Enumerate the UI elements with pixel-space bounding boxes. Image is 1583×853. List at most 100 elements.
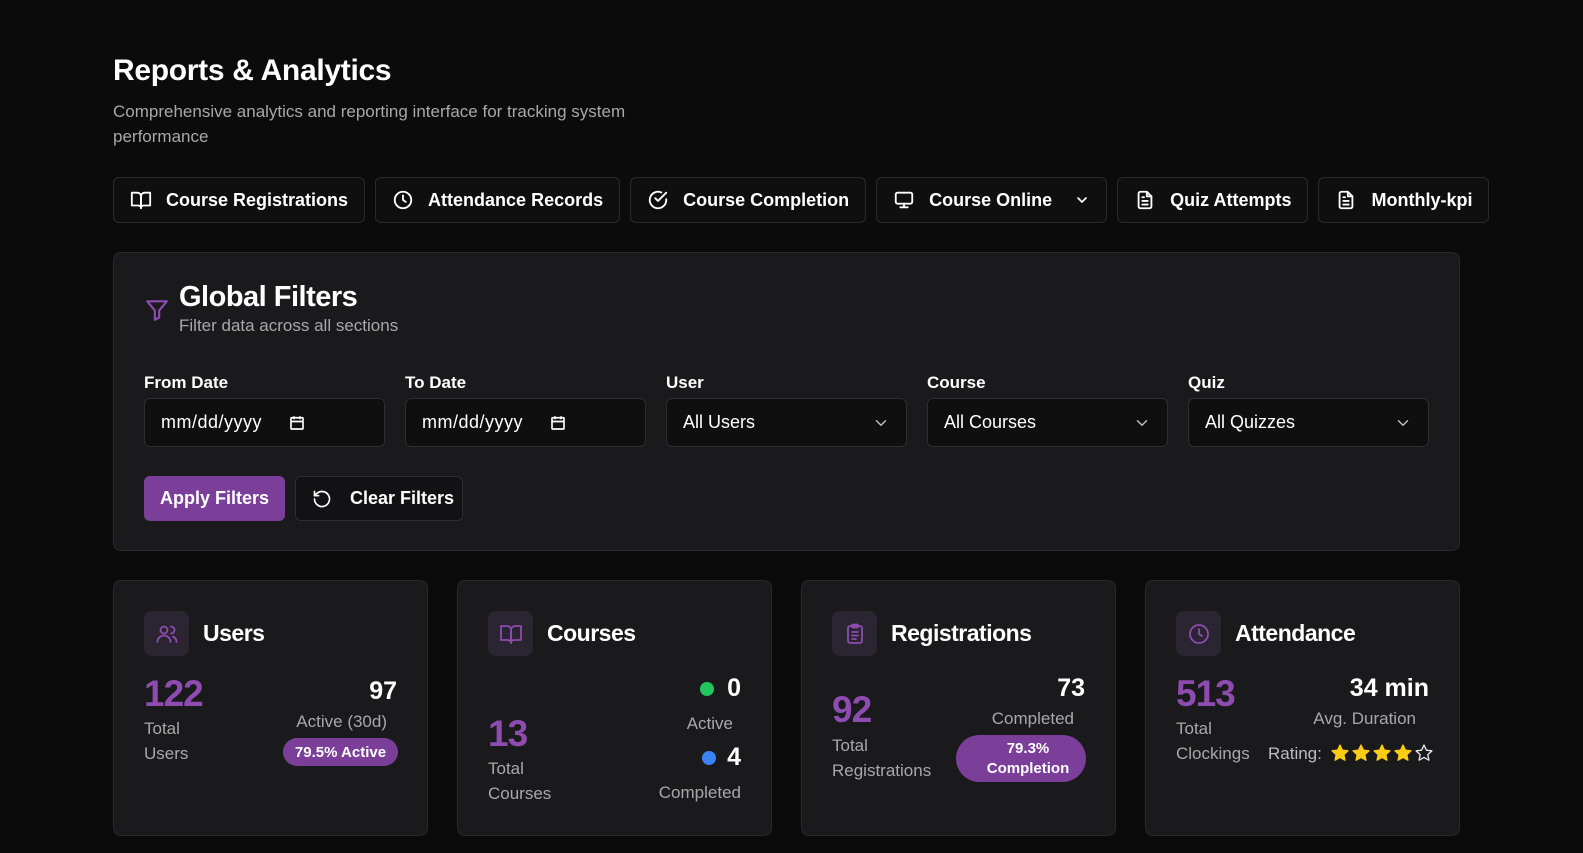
tab-quiz-attempts[interactable]: Quiz Attempts [1117,177,1309,223]
registrations-icon-wrap [832,611,877,656]
calendar-icon[interactable] [288,414,306,432]
attendance-rating-label: Rating: [1268,744,1322,763]
attendance-icon-wrap [1176,611,1221,656]
apply-filters-button[interactable]: Apply Filters [144,476,285,521]
course-select[interactable]: All Courses [927,398,1168,447]
to-date-placeholder: mm/dd/yyyy [422,412,524,432]
star-filled-icon [1352,744,1370,761]
course-select-value: All Courses [944,412,1037,432]
filters-title: Global Filters [179,281,358,313]
registrations-card-title: Registrations [891,620,1032,646]
clear-filters-label: Clear Filters [350,488,455,508]
tab-label: Attendance Records [428,189,604,210]
quiz-label: Quiz [1188,373,1225,392]
users-active-label: Active (30d) [296,712,387,731]
completion-percent: 79.3% [1006,739,1050,757]
global-filters-panel: Global Filters Filter data across all se… [113,252,1460,551]
courses-completed-label: Completed [658,783,741,802]
quiz-field: Quiz All Quizzes [1188,373,1429,447]
star-empty-icon [1415,744,1433,761]
star-filled-icon [1394,744,1412,761]
users-icon [156,625,177,643]
star-filled-icon [1373,744,1391,761]
attendance-total-label-line1: Total [1176,719,1212,738]
registrations-total-label-line1: Total [832,736,868,755]
check-circle-icon [648,190,668,210]
courses-card-title: Courses [547,620,636,646]
registrations-completed-label: Completed [991,709,1074,728]
star-filled-icon [1331,744,1349,761]
document-icon [1339,190,1354,210]
clear-filters-button[interactable]: Clear Filters [295,476,463,521]
user-field: User All Users [666,373,907,447]
filters-subtitle: Filter data across all sections [179,316,399,335]
attendance-avg-value: 34 min [1349,674,1429,702]
users-total-value: 122 [144,673,204,714]
from-date-field: From Date mm/dd/yyyy [144,373,385,447]
from-date-placeholder: mm/dd/yyyy [161,412,263,432]
users-active-value: 97 [369,677,397,705]
courses-stat-card: Courses 13 Total Courses 0 Active 4 Comp… [457,580,772,836]
registrations-completion-badge: 79.3% Completion [956,735,1086,782]
users-card-title: Users [203,620,265,646]
book-icon [130,191,152,210]
courses-icon-wrap [488,611,533,656]
completion-text: Completion [986,759,1070,777]
reset-icon [313,490,331,507]
from-date-label: From Date [144,373,229,392]
courses-active-value: 0 [727,674,741,702]
rating-stars [1330,743,1434,763]
courses-total-label-line1: Total [488,759,524,778]
quiz-select[interactable]: All Quizzes [1188,398,1429,447]
users-active-badge: 79.5% Active [283,738,398,766]
attendance-card-title: Attendance [1235,620,1356,646]
chevron-down-icon [875,419,887,426]
chevron-down-icon [1136,419,1148,426]
user-label: User [666,373,704,392]
monitor-icon [894,191,914,209]
tab-course-completion[interactable]: Course Completion [630,177,867,223]
to-date-input[interactable]: mm/dd/yyyy [405,398,646,447]
tab-label: Course Registrations [166,189,349,210]
tab-label: Course Completion [683,189,850,210]
user-select[interactable]: All Users [666,398,907,447]
clock-icon [1188,623,1209,644]
from-date-input[interactable]: mm/dd/yyyy [144,398,385,447]
book-icon [499,624,522,644]
registrations-stat-card: Registrations 92 Total Registrations 73 … [801,580,1116,836]
users-total-label-line1: Total [144,719,180,738]
users-total-label-line2: Users [144,744,189,763]
attendance-avg-label: Avg. Duration [1313,709,1416,728]
attendance-total-label-line2: Clockings [1176,744,1250,763]
tab-label: Monthly-kpi [1371,189,1473,210]
tab-monthly-kpi[interactable]: Monthly-kpi [1318,177,1490,223]
registrations-completed-value: 73 [1057,674,1085,702]
courses-active-label: Active [686,714,733,733]
courses-total-value: 13 [488,713,528,754]
tab-label: Quiz Attempts [1170,189,1292,210]
clock-icon [393,190,413,210]
completed-status-dot [702,751,716,765]
calendar-icon[interactable] [549,414,567,432]
tab-attendance-records[interactable]: Attendance Records [375,177,621,223]
course-label: Course [927,373,986,392]
attendance-stat-card: Attendance 513 Total Clockings 34 min Av… [1145,580,1460,836]
courses-total-label-line2: Courses [488,784,552,803]
filter-icon [146,300,168,321]
users-stat-card: Users 122 Total Users 97 Active (30d) 79… [113,580,428,836]
registrations-total-value: 92 [832,689,872,730]
document-icon [1137,190,1153,210]
to-date-field: To Date mm/dd/yyyy [405,373,646,447]
report-tabs: Course Registrations Attendance Records … [113,177,1490,223]
page-subtitle: Comprehensive analytics and reporting in… [113,102,626,146]
chevron-down-icon [1397,419,1409,426]
clipboard-icon [846,623,863,644]
attendance-total-value: 513 [1176,673,1236,714]
tab-course-online[interactable]: Course Online [876,177,1108,223]
tab-label: Course Online [929,189,1053,210]
tab-course-registrations[interactable]: Course Registrations [113,177,366,223]
to-date-label: To Date [405,373,467,392]
active-status-dot [700,682,714,696]
course-field: Course All Courses [927,373,1168,447]
chevron-down-icon [1077,197,1087,203]
